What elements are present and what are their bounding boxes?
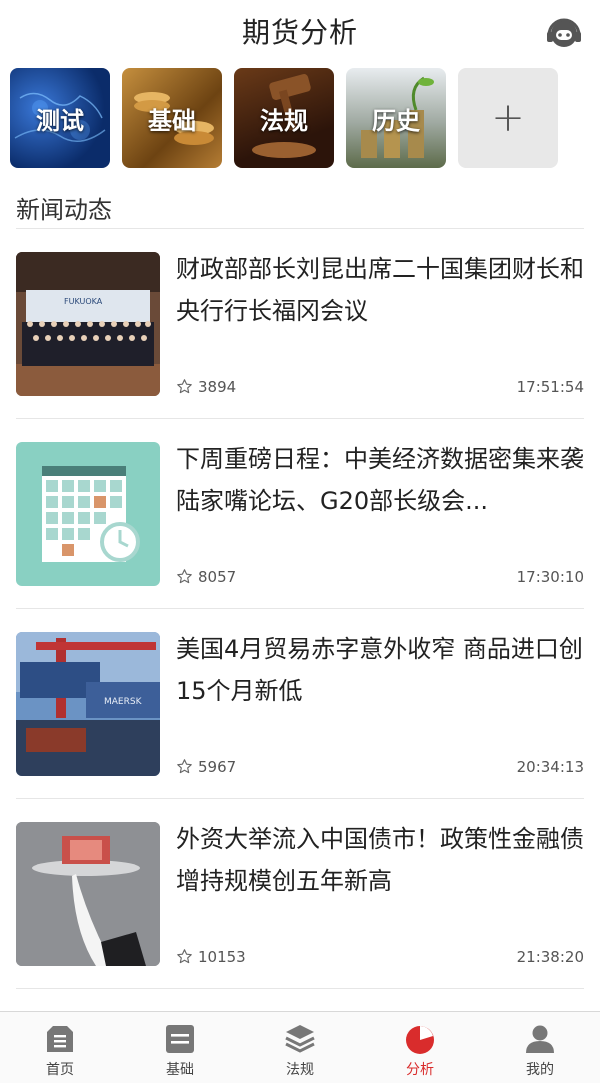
view-count: 3894 [176, 378, 236, 396]
news-title[interactable]: 下周重磅日程：中美经济数据密集来袭 陆家嘴论坛、G20部长级会... [176, 438, 584, 522]
view-count-value: 10153 [198, 947, 246, 966]
view-count-value: 5967 [198, 757, 237, 776]
view-count: 8057 [176, 568, 236, 586]
banner-text: FUKUOKA [64, 297, 103, 306]
headset-icon[interactable] [544, 14, 584, 54]
news-meta: 5967 20:34:13 [176, 758, 584, 776]
tab-analysis[interactable]: 分析 [360, 1012, 480, 1083]
view-count-value: 3894 [198, 377, 237, 396]
news-item[interactable]: FUKUOKA 财政部部长刘昆出席二十国集团财长和央行行长福冈会议 3894 1… [16, 229, 584, 419]
pie-chart-icon [406, 1026, 434, 1054]
news-title[interactable]: 财政部部长刘昆出席二十国集团财长和央行行长福冈会议 [176, 248, 584, 332]
plus-icon: + [491, 95, 525, 141]
category-label: 法规 [260, 106, 308, 135]
tab-basics[interactable]: 基础 [120, 1012, 240, 1083]
news-body: 外资大举流入中国债市！政策性金融债增持规模创五年新高 10153 21:38:2… [176, 822, 584, 966]
news-item[interactable]: MAERSK 美国4月贸易赤字意外收窄 商品进口创15个月新低 5967 20:… [16, 609, 584, 799]
category-basics[interactable]: 基础 [122, 68, 222, 168]
star-icon[interactable] [176, 948, 193, 965]
view-count: 5967 [176, 758, 236, 776]
user-icon [526, 1025, 554, 1053]
news-time: 17:30:10 [516, 567, 584, 586]
app-header: 期货分析 [0, 0, 600, 62]
star-icon[interactable] [176, 568, 193, 585]
view-count-value: 8057 [198, 567, 237, 586]
news-item[interactable]: 外资大举流入中国债市！政策性金融债增持规模创五年新高 10153 21:38:2… [16, 799, 584, 989]
tab-label: 分析 [406, 1062, 434, 1078]
news-meta: 10153 21:38:20 [176, 948, 584, 966]
news-time: 17:51:54 [516, 377, 584, 396]
list-icon [166, 1025, 194, 1053]
news-body: 美国4月贸易赤字意外收窄 商品进口创15个月新低 5967 20:34:13 [176, 632, 584, 776]
news-thumbnail [16, 441, 160, 586]
news-meta: 3894 17:51:54 [176, 378, 584, 396]
tab-label: 基础 [166, 1062, 194, 1078]
news-item[interactable]: 下周重磅日程：中美经济数据密集来袭 陆家嘴论坛、G20部长级会... 8057 … [16, 419, 584, 609]
page-title: 期货分析 [241, 16, 358, 49]
view-count: 10153 [176, 948, 246, 966]
tab-label: 首页 [46, 1062, 74, 1078]
layers-icon [285, 1025, 315, 1053]
category-label: 基础 [148, 106, 196, 135]
news-title[interactable]: 美国4月贸易赤字意外收窄 商品进口创15个月新低 [176, 628, 584, 712]
category-row: 测试 基础 法规 历史 + [0, 62, 600, 168]
tab-profile[interactable]: 我的 [480, 1012, 600, 1083]
news-thumbnail: MAERSK [16, 631, 160, 776]
tab-label: 法规 [286, 1062, 314, 1078]
section-title: 新闻动态 [16, 196, 112, 224]
star-icon[interactable] [176, 378, 193, 395]
news-thumbnail: FUKUOKA [16, 251, 160, 396]
home-icon [47, 1026, 73, 1052]
tab-home[interactable]: 首页 [0, 1012, 120, 1083]
star-icon[interactable] [176, 758, 193, 775]
tab-label: 我的 [526, 1062, 554, 1078]
category-label: 历史 [372, 106, 420, 135]
add-category-button[interactable]: + [458, 68, 558, 168]
news-title[interactable]: 外资大举流入中国债市！政策性金融债增持规模创五年新高 [176, 818, 584, 902]
tab-regulations[interactable]: 法规 [240, 1012, 360, 1083]
news-thumbnail [16, 821, 160, 966]
category-history[interactable]: 历史 [346, 68, 446, 168]
news-body: 下周重磅日程：中美经济数据密集来袭 陆家嘴论坛、G20部长级会... 8057 … [176, 442, 584, 586]
category-label: 测试 [36, 106, 84, 135]
news-time: 21:38:20 [516, 947, 584, 966]
category-regulations[interactable]: 法规 [234, 68, 334, 168]
news-time: 20:34:13 [516, 757, 584, 776]
news-list: FUKUOKA 财政部部长刘昆出席二十国集团财长和央行行长福冈会议 3894 1… [0, 229, 600, 989]
category-test[interactable]: 测试 [10, 68, 110, 168]
news-meta: 8057 17:30:10 [176, 568, 584, 586]
container-text: MAERSK [104, 697, 143, 707]
news-body: 财政部部长刘昆出席二十国集团财长和央行行长福冈会议 3894 17:51:54 [176, 252, 584, 396]
bottom-tab-bar: 首页 基础 法规 分析 我的 [0, 1011, 600, 1083]
